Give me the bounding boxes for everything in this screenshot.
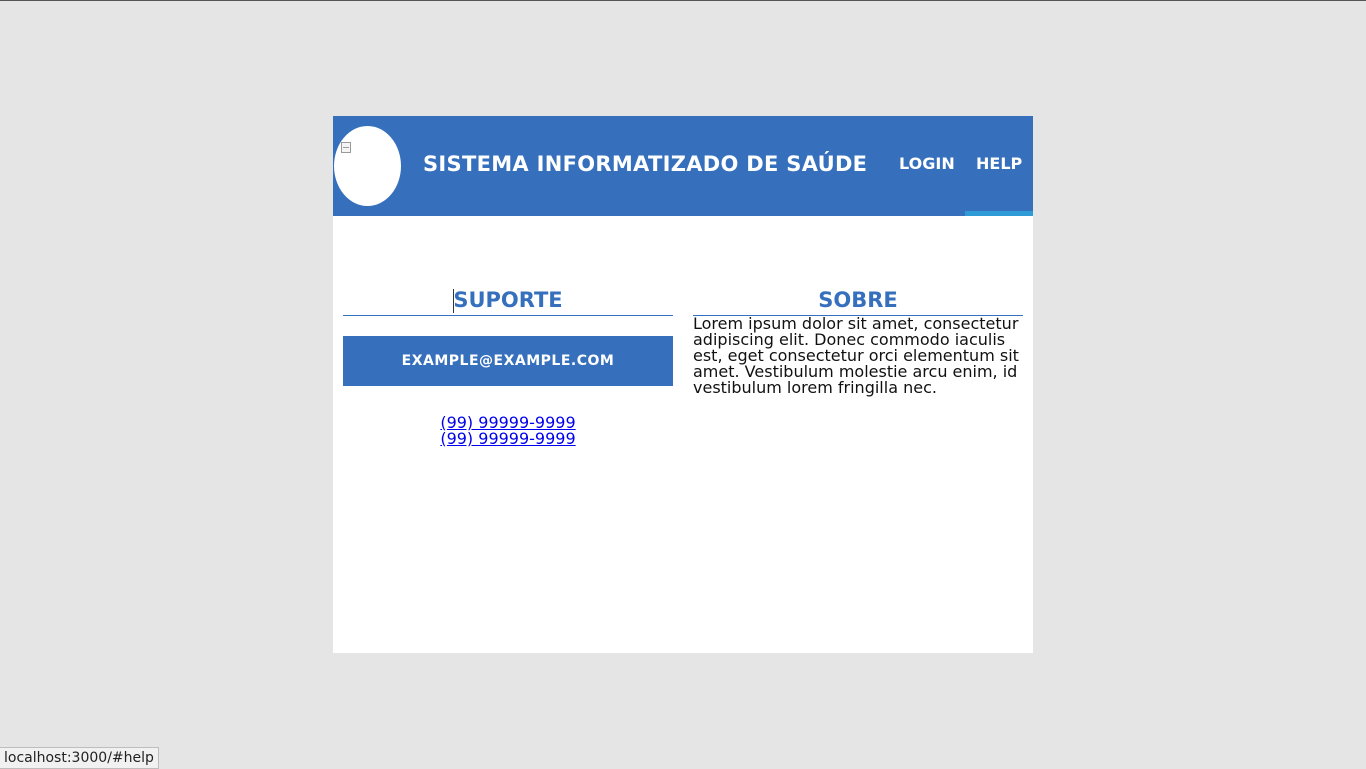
phone-list: (99) 99999-9999 (99) 99999-9999 xyxy=(343,415,673,447)
email-button[interactable]: EXAMPLE@EXAMPLE.COM xyxy=(343,336,673,386)
header-bar: SISTEMA INFORMATIZADO DE SAÚDE LOGIN HEL… xyxy=(333,116,1033,216)
nav-login-link[interactable]: LOGIN xyxy=(899,154,955,173)
phone-link[interactable]: (99) 99999-9999 xyxy=(440,429,575,448)
support-title: SUPORTE xyxy=(453,288,563,312)
broken-image-icon xyxy=(341,142,351,153)
logo[interactable] xyxy=(334,126,401,206)
about-title: SOBRE xyxy=(818,288,898,312)
nav-help-link[interactable]: HELP xyxy=(976,154,1022,173)
app-container: SISTEMA INFORMATIZADO DE SAÚDE LOGIN HEL… xyxy=(333,116,1033,653)
status-bar-url: localhost:3000/#help xyxy=(0,747,159,769)
window-top-border xyxy=(0,0,1366,1)
app-title: SISTEMA INFORMATIZADO DE SAÚDE xyxy=(423,152,868,176)
about-text: Lorem ipsum dolor sit amet, consectetur … xyxy=(693,314,1019,397)
text-cursor xyxy=(453,289,454,313)
support-divider xyxy=(343,315,673,316)
active-tab-indicator xyxy=(965,211,1033,216)
